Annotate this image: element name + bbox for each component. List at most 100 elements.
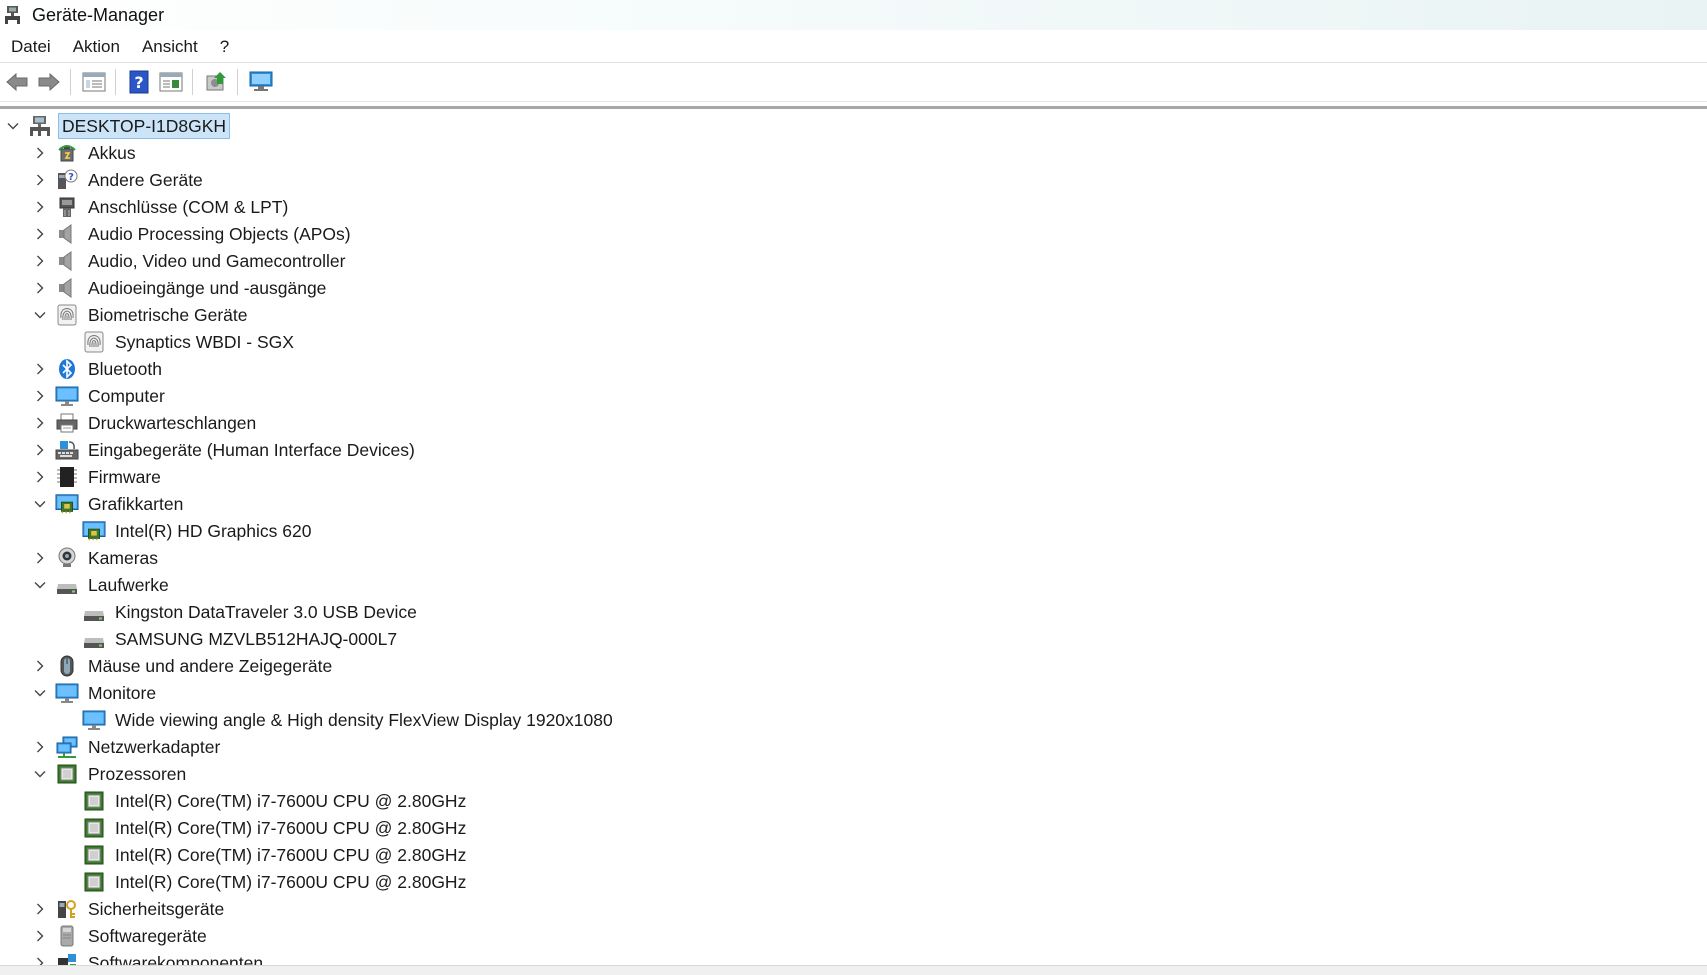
tree-category[interactable]: Eingabegeräte (Human Interface Devices) (31, 436, 418, 463)
tree-category[interactable]: Laufwerke (31, 571, 172, 598)
menu-item-1[interactable]: Aktion (62, 32, 131, 62)
tree-category[interactable]: Monitore (31, 679, 159, 706)
fingerprint-icon (55, 303, 79, 327)
scan-hardware-button[interactable] (246, 67, 276, 97)
tree-item-label: Softwarekomponenten (88, 952, 264, 966)
tree-item-label: Softwaregeräte (88, 925, 207, 946)
tree-item-label: Intel(R) HD Graphics 620 (115, 520, 312, 541)
chevron-down-icon[interactable] (4, 112, 22, 139)
tree-item-label: Mäuse und andere Zeigegeräte (88, 655, 333, 676)
chevron-right-icon[interactable] (31, 922, 49, 949)
tree-item-label: DESKTOP-I1D8GKH (58, 112, 231, 139)
tree-device[interactable]: Wide viewing angle & High density FlexVi… (58, 706, 616, 733)
chevron-right-icon[interactable] (31, 193, 49, 220)
view-button[interactable] (156, 67, 186, 97)
title-bar: Geräte-Manager (0, 0, 1707, 30)
tree-item-label: Laufwerke (88, 574, 169, 595)
tree-category[interactable]: Firmware (31, 463, 164, 490)
tree-item-label: Intel(R) Core(TM) i7-7600U CPU @ 2.80GHz (115, 871, 467, 892)
tree-category[interactable]: Prozessoren (31, 760, 189, 787)
tree-item-label: Kameras (88, 547, 159, 568)
chevron-down-icon[interactable] (31, 301, 49, 328)
tree-device[interactable]: Kingston DataTraveler 3.0 USB Device (58, 598, 420, 625)
chevron-right-icon[interactable] (31, 544, 49, 571)
software-component-icon (55, 951, 79, 965)
tree-device[interactable]: Synaptics WBDI - SGX (58, 328, 297, 355)
chevron-right-icon[interactable] (31, 409, 49, 436)
menu-item-0[interactable]: Datei (0, 32, 62, 62)
tree-category[interactable]: Softwaregeräte (31, 922, 210, 949)
forward-button[interactable] (34, 67, 64, 97)
printer-icon (55, 411, 79, 435)
tree-category[interactable]: Audio Processing Objects (APOs) (31, 220, 354, 247)
chevron-down-icon[interactable] (31, 760, 49, 787)
tree-item-label: Monitore (88, 682, 157, 703)
chevron-right-icon[interactable] (31, 247, 49, 274)
chevron-right-icon[interactable] (31, 355, 49, 382)
tree-item-label: Firmware (88, 466, 161, 487)
tree-category[interactable]: Computer (31, 382, 168, 409)
tree-device[interactable]: Intel(R) Core(TM) i7-7600U CPU @ 2.80GHz (58, 814, 469, 841)
tree-device[interactable]: Intel(R) HD Graphics 620 (58, 517, 314, 544)
chevron-down-icon[interactable] (31, 679, 49, 706)
tree-category[interactable]: Grafikkarten (31, 490, 186, 517)
tree-category[interactable]: Sicherheitsgeräte (31, 895, 227, 922)
software-device-icon (55, 924, 79, 948)
chevron-right-icon[interactable] (31, 139, 49, 166)
chevron-right-icon[interactable] (31, 274, 49, 301)
back-button[interactable] (2, 67, 32, 97)
chevron-right-icon[interactable] (31, 382, 49, 409)
chevron-right-icon[interactable] (31, 166, 49, 193)
chevron-right-icon[interactable] (31, 652, 49, 679)
menu-item-3[interactable]: ? (209, 32, 240, 62)
tree-category[interactable]: Softwarekomponenten (31, 949, 266, 965)
tree-category[interactable]: Akkus (31, 139, 139, 166)
cpu-icon (55, 762, 79, 786)
chevron-down-icon[interactable] (31, 490, 49, 517)
status-bar (0, 965, 1707, 975)
properties-button[interactable] (79, 67, 109, 97)
tree-category[interactable]: Biometrische Geräte (31, 301, 251, 328)
window-title: Geräte-Manager (32, 4, 165, 25)
tree-device[interactable]: Intel(R) Core(TM) i7-7600U CPU @ 2.80GHz (58, 787, 469, 814)
chevron-right-icon[interactable] (31, 220, 49, 247)
webcam-icon (55, 546, 79, 570)
scan-hardware-icon (248, 70, 274, 94)
tree-root[interactable]: DESKTOP-I1D8GKH (4, 112, 231, 139)
tree-category[interactable]: ? Andere Geräte (31, 166, 206, 193)
tree-category[interactable]: Kameras (31, 544, 161, 571)
tree-category[interactable]: Audioeingänge und -ausgänge (31, 274, 329, 301)
tree-category[interactable]: Netzwerkadapter (31, 733, 223, 760)
tree-category[interactable]: Mäuse und andere Zeigegeräte (31, 652, 335, 679)
tree-device[interactable]: Intel(R) Core(TM) i7-7600U CPU @ 2.80GHz (58, 841, 469, 868)
port-icon (55, 195, 79, 219)
firmware-icon (55, 465, 79, 489)
chevron-right-icon[interactable] (31, 895, 49, 922)
tree-category[interactable]: Anschlüsse (COM & LPT) (31, 193, 291, 220)
tree-category[interactable]: Audio, Video und Gamecontroller (31, 247, 348, 274)
chevron-right-icon[interactable] (31, 949, 49, 965)
tree-item-label: Audio Processing Objects (APOs) (88, 223, 351, 244)
battery-icon (55, 141, 79, 165)
device-manager-window: Geräte-Manager Datei Aktion Ansicht? ? DES… (0, 0, 1707, 975)
tree-category[interactable]: Bluetooth (31, 355, 165, 382)
cpu-icon (82, 870, 106, 894)
tree-item-label: Eingabegeräte (Human Interface Devices) (88, 439, 415, 460)
monitor-icon (82, 708, 106, 732)
tree-item-label: Intel(R) Core(TM) i7-7600U CPU @ 2.80GHz (115, 844, 467, 865)
help-button[interactable]: ? (124, 67, 154, 97)
chevron-down-icon[interactable] (31, 571, 49, 598)
tree-device[interactable]: Intel(R) Core(TM) i7-7600U CPU @ 2.80GHz (58, 868, 469, 895)
tree-device[interactable]: SAMSUNG MZVLB512HAJQ-000L7 (58, 625, 400, 652)
chevron-right-icon[interactable] (31, 436, 49, 463)
view-icon (159, 71, 183, 93)
menu-item-2[interactable]: Ansicht (131, 32, 209, 62)
tree-item-label: Anschlüsse (COM & LPT) (88, 196, 289, 217)
chevron-right-icon[interactable] (31, 733, 49, 760)
update-driver-button[interactable] (201, 67, 231, 97)
tree-category[interactable]: Druckwarteschlangen (31, 409, 259, 436)
chevron-right-icon[interactable] (31, 463, 49, 490)
device-tree: DESKTOP-I1D8GKH Akkus ? Andere Geräte Anschl… (0, 112, 1707, 965)
tree-item-label: Akkus (88, 142, 136, 163)
